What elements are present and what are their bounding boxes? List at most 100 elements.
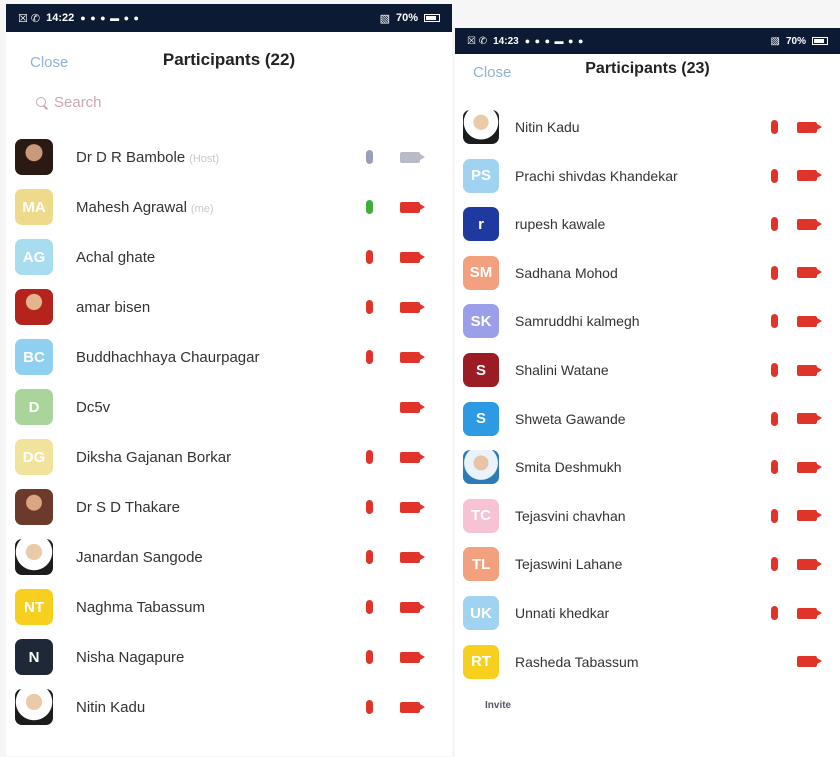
participant-row[interactable]: TL Tejaswini Lahane (455, 539, 840, 589)
participant-row[interactable]: S Shweta Gawande (455, 394, 840, 444)
mic-muted-icon (366, 650, 373, 664)
participant-name: Mahesh Agrawal (me) (76, 199, 214, 216)
participant-row[interactable]: r rupesh kawale (455, 199, 840, 249)
video-off-icon (797, 461, 822, 473)
search-input[interactable]: Search (36, 94, 102, 111)
participant-row[interactable]: DG Diksha Gajanan Borkar (6, 432, 452, 482)
participant-name: Samruddhi kalmegh (515, 313, 640, 329)
avatar: AG (15, 239, 53, 275)
avatar-initials: NT (24, 598, 44, 616)
mic-muted-icon (366, 250, 373, 264)
avatar: DG (15, 439, 53, 475)
participant-row[interactable]: Dr D R Bambole (Host) (6, 132, 452, 182)
mic-icon (366, 200, 373, 214)
status-time: 14:23 (493, 35, 519, 47)
avatar-initials: RT (471, 653, 491, 671)
participant-row[interactable]: RT Rasheda Tabassum (455, 637, 840, 687)
participant-role-tag: (me) (190, 202, 214, 215)
video-off-icon (400, 401, 425, 413)
participant-row[interactable]: S Shalini Watane (455, 345, 840, 395)
participant-name-text: rupesh kawale (515, 216, 606, 233)
video-off-icon (400, 501, 425, 513)
participant-name-text: Sadhana Mohod (515, 264, 618, 281)
carrier-icons: ☒ ✆ (18, 12, 41, 25)
participant-row[interactable]: TC Tejasvini chavhan (455, 491, 840, 541)
avatar (15, 539, 53, 575)
mic-muted-icon (366, 600, 373, 614)
participant-name: Unnati khedkar (515, 605, 609, 621)
participant-name: Shweta Gawande (515, 411, 626, 427)
video-off-icon (400, 201, 425, 213)
video-off-icon (400, 301, 425, 313)
participant-name-text: amar bisen (76, 298, 151, 316)
video-off-icon (400, 251, 425, 263)
avatar: S (463, 353, 499, 387)
video-off-icon (400, 451, 425, 463)
participant-row[interactable]: AG Achal ghate (6, 232, 452, 282)
video-off-icon (797, 558, 822, 570)
participant-name: Dc5v (76, 399, 110, 416)
participant-name: Rasheda Tabassum (515, 654, 638, 670)
mic-muted-icon (771, 557, 778, 572)
participant-row[interactable]: PS Prachi shivdas Khandekar (455, 151, 840, 201)
notification-icons: ● ● ● ▬ ● ● (524, 36, 585, 46)
video-off-icon (797, 607, 822, 619)
participant-row[interactable]: SM Sadhana Mohod (455, 248, 840, 298)
participant-row[interactable]: N Nisha Nagapure (6, 632, 452, 682)
participant-name-text: Dr D R Bambole (76, 148, 186, 166)
participant-name-text: Tejaswini Lahane (515, 556, 623, 573)
mic-muted-icon (771, 265, 778, 280)
participant-row[interactable]: Janardan Sangode (6, 532, 452, 582)
participant-row[interactable]: Smita Deshmukh (455, 442, 840, 492)
page-title: Participants (22) (162, 50, 296, 69)
mic-muted-icon (771, 411, 778, 426)
participant-name: Achal ghate (76, 249, 155, 266)
participant-row[interactable]: D Dc5v (6, 382, 452, 432)
participant-row[interactable]: Nitin Kadu (455, 102, 840, 152)
participant-row[interactable]: UK Unnati khedkar (455, 588, 840, 638)
participant-row[interactable]: Nitin Kadu (6, 682, 452, 732)
avatar-initials: S (475, 410, 486, 428)
invite-button[interactable]: Invite (485, 700, 511, 711)
avatar: NT (15, 589, 53, 625)
video-off-icon (400, 601, 425, 613)
participant-name-text: Unnati khedkar (515, 605, 610, 621)
participant-row[interactable]: amar bisen (6, 282, 452, 332)
mic-muted-icon (366, 550, 373, 564)
avatar-initials: SM (469, 264, 493, 282)
participant-row[interactable]: SK Samruddhi kalmegh (455, 296, 840, 346)
participant-name-text: Prachi shivdas Khandekar (515, 167, 678, 184)
video-off-icon (797, 170, 822, 182)
avatar-initials: AG (22, 248, 46, 266)
participant-name: Tejaswini Lahane (515, 556, 622, 572)
participant-name: Nitin Kadu (76, 699, 145, 716)
video-off-icon (797, 121, 822, 133)
avatar-initials: D (28, 398, 40, 416)
video-off-icon (797, 267, 822, 279)
participant-row[interactable]: Dr S D Thakare (6, 482, 452, 532)
avatar-initials: TL (471, 555, 491, 573)
video-off-icon (797, 413, 822, 425)
search-icon (36, 96, 48, 109)
participant-row[interactable]: BC Buddhachhaya Chaurpagar (6, 332, 452, 382)
participant-name: Janardan Sangode (76, 549, 203, 566)
participant-name: rupesh kawale (515, 216, 605, 232)
header: Close Participants (23) (455, 60, 840, 90)
participant-name: Dr D R Bambole (Host) (76, 149, 219, 166)
participant-name-text: Mahesh Agrawal (76, 198, 187, 216)
participant-name-text: Samruddhi kalmegh (515, 313, 640, 330)
participant-name: Shalini Watane (515, 362, 609, 378)
participant-row[interactable]: NT Naghma Tabassum (6, 582, 452, 632)
participant-name: Buddhachhaya Chaurpagar (76, 349, 259, 366)
avatar: S (463, 401, 499, 436)
mic-muted-icon (771, 168, 778, 183)
avatar: RT (463, 644, 499, 679)
avatar-initials: MA (22, 198, 46, 216)
video-off-icon (797, 510, 822, 522)
participant-row[interactable]: MA Mahesh Agrawal (me) (6, 182, 452, 232)
battery-percent: 70% (395, 12, 418, 24)
avatar (463, 450, 499, 485)
avatar: MA (15, 189, 53, 225)
mic-muted-icon (366, 500, 373, 514)
avatar-initials: TC (471, 507, 491, 525)
